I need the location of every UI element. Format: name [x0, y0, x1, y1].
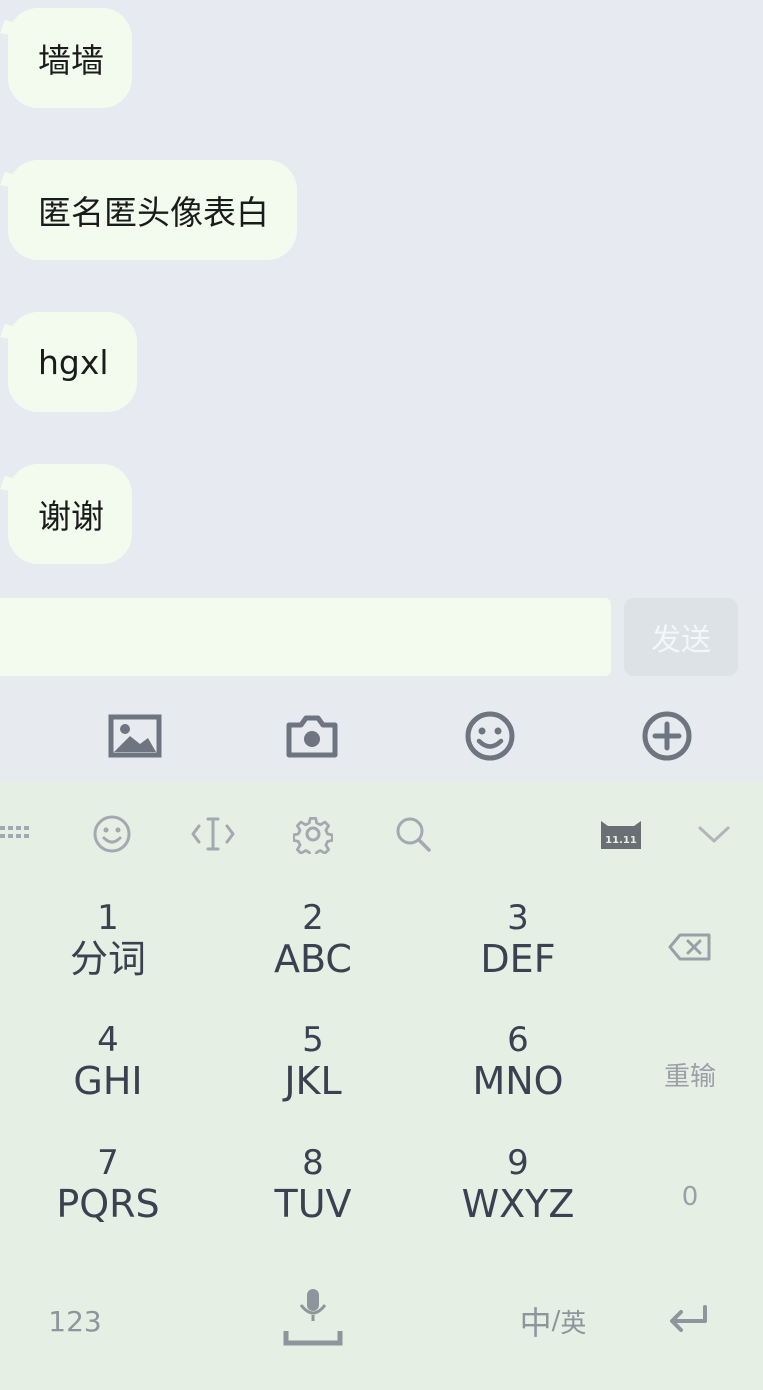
- voice-key[interactable]: [278, 1288, 348, 1350]
- lang-separator: /: [551, 1306, 561, 1336]
- image-icon[interactable]: [107, 710, 163, 762]
- keyboard-switch-icon[interactable]: [0, 812, 30, 856]
- settings-icon[interactable]: [291, 812, 335, 856]
- lang-alt-label: 英: [560, 1308, 587, 1339]
- camera-icon[interactable]: [284, 710, 340, 762]
- language-switch-key[interactable]: 中 / 英: [512, 1296, 594, 1346]
- key-letters: ABC: [274, 936, 352, 981]
- key-number: 1: [97, 897, 119, 938]
- message-bubble[interactable]: 墙墙: [8, 8, 132, 108]
- key-letters: DEF: [480, 936, 556, 981]
- numbers-key[interactable]: 123: [40, 1296, 110, 1346]
- key-letters: PQRS: [56, 1181, 160, 1226]
- key-3[interactable]: 3 DEF: [423, 885, 613, 995]
- key-number: 9: [507, 1142, 529, 1183]
- reinput-label: 重输: [663, 1061, 716, 1092]
- message-text: 谢谢: [38, 497, 104, 536]
- key-letters: 分词: [69, 936, 146, 981]
- emoji-icon[interactable]: [90, 812, 134, 856]
- key-5[interactable]: 5 JKL: [218, 1007, 408, 1117]
- enter-icon: [667, 1304, 711, 1338]
- key-number: 5: [302, 1019, 324, 1060]
- message-bubble[interactable]: hgxl: [8, 312, 137, 412]
- microphone-icon: [281, 1287, 345, 1351]
- attachment-toolbar: [0, 690, 763, 782]
- message-bubble[interactable]: 谢谢: [8, 464, 132, 564]
- message-text: 墙墙: [38, 41, 104, 80]
- zero-label: 0: [681, 1182, 699, 1212]
- enter-key[interactable]: [664, 1296, 714, 1346]
- search-icon[interactable]: [391, 812, 435, 856]
- message-bubble[interactable]: 匿名匿头像表白: [8, 160, 297, 260]
- key-2[interactable]: 2 ABC: [218, 885, 408, 995]
- backspace-icon: [668, 932, 712, 969]
- cat-11-11-icon[interactable]: 11.11: [598, 812, 644, 856]
- key-9[interactable]: 9 WXYZ: [423, 1130, 613, 1240]
- key-6[interactable]: 6 MNO: [423, 1007, 613, 1117]
- emoji-icon[interactable]: [462, 710, 518, 762]
- key-8[interactable]: 8 TUV: [218, 1130, 408, 1240]
- send-button[interactable]: 发送: [624, 598, 738, 676]
- key-4[interactable]: 4 GHI: [13, 1007, 203, 1117]
- reinput-key[interactable]: 重输: [640, 1019, 740, 1129]
- lang-main-label: 中: [519, 1304, 552, 1342]
- key-number: 6: [507, 1019, 529, 1060]
- message-text: hgxl: [38, 342, 109, 382]
- key-1[interactable]: 1 分词: [13, 885, 203, 995]
- collapse-icon[interactable]: [696, 812, 732, 856]
- chat-area[interactable]: 墙墙 匿名匿头像表白 hgxl 谢谢: [0, 0, 763, 590]
- keyboard-toolbar: 11.11: [0, 782, 763, 886]
- key-number: 2: [302, 897, 324, 938]
- key-7[interactable]: 7 PQRS: [13, 1130, 203, 1240]
- key-number: 4: [97, 1019, 119, 1060]
- key-letters: WXYZ: [461, 1181, 575, 1226]
- message-text: 匿名匿头像表白: [38, 193, 269, 232]
- numbers-label: 123: [48, 1304, 102, 1338]
- key-letters: JKL: [284, 1058, 342, 1103]
- backspace-key[interactable]: [640, 895, 740, 1005]
- zero-key[interactable]: 0: [640, 1142, 740, 1252]
- key-letters: TUV: [274, 1181, 352, 1226]
- plus-icon[interactable]: [639, 710, 695, 762]
- cursor-icon[interactable]: [190, 812, 236, 856]
- key-letters: MNO: [472, 1058, 564, 1103]
- key-number: 8: [302, 1142, 324, 1183]
- cat-badge-text: 11.11: [605, 835, 637, 846]
- message-input[interactable]: [0, 598, 611, 676]
- key-number: 7: [97, 1142, 119, 1183]
- key-number: 3: [507, 897, 529, 938]
- key-letters: GHI: [73, 1058, 143, 1103]
